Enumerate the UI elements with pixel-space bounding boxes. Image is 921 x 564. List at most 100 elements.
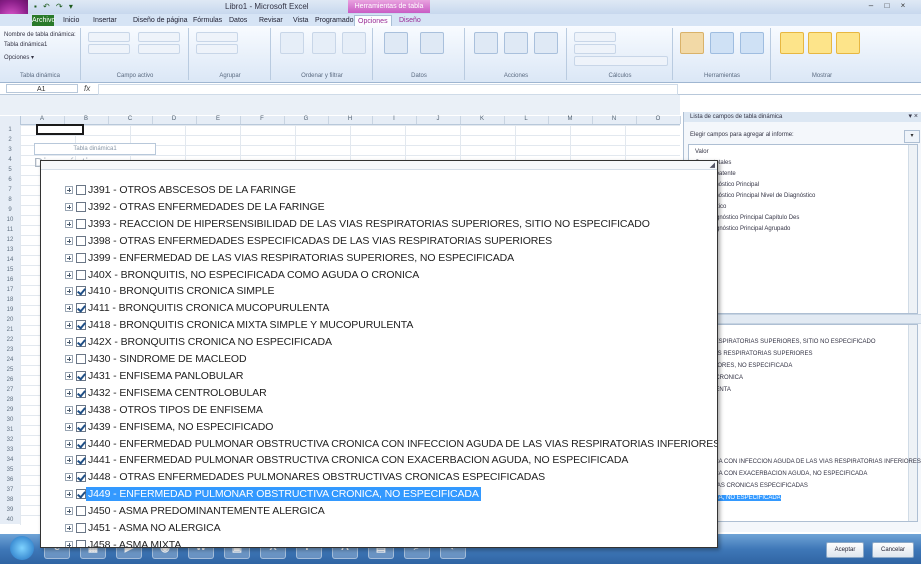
expand-icon[interactable] <box>65 422 73 431</box>
change-source-icon[interactable] <box>420 32 444 54</box>
column-header[interactable]: E <box>196 116 241 124</box>
item-checkbox[interactable] <box>76 523 86 533</box>
item-checkbox[interactable] <box>76 286 86 297</box>
active-cell[interactable] <box>36 124 84 135</box>
expand-icon[interactable] <box>65 456 73 465</box>
expand-icon[interactable] <box>65 253 73 262</box>
column-header[interactable]: C <box>108 116 153 124</box>
pane-lower-scrollbar[interactable] <box>908 325 917 521</box>
field-headers-toggle-icon[interactable] <box>836 32 860 54</box>
row-header[interactable]: 14 <box>0 255 20 265</box>
row-header[interactable]: 31 <box>0 425 20 435</box>
expand-icon[interactable] <box>65 507 73 516</box>
row-header[interactable]: 29 <box>0 405 20 415</box>
row-header[interactable]: 4 <box>0 155 20 165</box>
ungroup-button[interactable] <box>196 44 238 54</box>
item-checkbox[interactable] <box>76 506 86 517</box>
expand-icon[interactable] <box>65 338 73 347</box>
expand-icon[interactable] <box>65 439 73 448</box>
expand-icon[interactable] <box>65 371 73 380</box>
expand-icon[interactable] <box>65 236 73 245</box>
field-list-toggle-icon[interactable] <box>780 32 804 54</box>
row-header[interactable]: 21 <box>0 325 20 335</box>
row-header[interactable]: 40 <box>0 515 20 525</box>
row-header[interactable]: 18 <box>0 295 20 305</box>
item-checkbox[interactable] <box>76 185 86 195</box>
column-header[interactable]: J <box>416 116 461 124</box>
item-checkbox[interactable] <box>76 354 86 364</box>
column-header[interactable]: A <box>20 116 65 124</box>
refresh-icon[interactable] <box>384 32 408 54</box>
row-header[interactable]: 36 <box>0 475 20 485</box>
group-selection-button[interactable] <box>196 32 238 42</box>
row-header[interactable]: 24 <box>0 355 20 365</box>
expand-icon[interactable] <box>65 540 73 547</box>
show-values-button[interactable] <box>574 44 616 54</box>
item-checkbox[interactable] <box>76 320 86 331</box>
pivot-chart-icon[interactable] <box>680 32 704 54</box>
pane-field-item[interactable]: Diagnóstico Principal Nivel de Diagnósti… <box>703 193 815 199</box>
column-header[interactable]: G <box>284 116 329 124</box>
row-header[interactable]: 25 <box>0 365 20 375</box>
expand-icon[interactable] <box>65 219 73 228</box>
column-header[interactable]: M <box>548 116 593 124</box>
row-header[interactable]: 9 <box>0 205 20 215</box>
row-header[interactable]: 15 <box>0 265 20 275</box>
row-header[interactable]: 12 <box>0 235 20 245</box>
olap-tools-icon[interactable] <box>710 32 734 54</box>
row-header[interactable]: 11 <box>0 225 20 235</box>
row-header[interactable]: 22 <box>0 335 20 345</box>
item-checkbox[interactable] <box>76 269 86 280</box>
row-header[interactable]: 38 <box>0 495 20 505</box>
pivot-options-button[interactable]: Opciones ▾ <box>4 54 34 61</box>
row-header[interactable]: 32 <box>0 435 20 445</box>
tab-datos[interactable]: Datos <box>226 15 250 26</box>
item-checkbox[interactable] <box>76 539 86 547</box>
tab-programador[interactable]: Programador <box>312 15 359 26</box>
row-header[interactable]: 2 <box>0 135 20 145</box>
row-header[interactable]: 3 <box>0 145 20 155</box>
sort-icon[interactable] <box>280 32 304 54</box>
pane-layout-dropdown-icon[interactable]: ▾ <box>904 130 920 143</box>
what-if-icon[interactable] <box>740 32 764 54</box>
pane-scrollbar[interactable] <box>908 145 917 313</box>
expand-icon[interactable] <box>65 388 73 397</box>
row-header[interactable]: 26 <box>0 375 20 385</box>
tab-archivo[interactable]: Archivo <box>32 15 55 26</box>
expand-icon[interactable] <box>65 490 73 499</box>
minimize-icon[interactable]: – <box>866 2 876 10</box>
tab-diseno[interactable]: Diseño <box>396 15 424 26</box>
column-header[interactable]: B <box>64 116 109 124</box>
name-box[interactable]: A1 <box>6 84 78 93</box>
row-header[interactable]: 19 <box>0 305 20 315</box>
pivot-name-value[interactable]: Tabla dinámica1 <box>4 42 47 48</box>
row-header[interactable]: 6 <box>0 175 20 185</box>
cancel-button[interactable]: Cancelar <box>872 542 914 558</box>
item-checkbox[interactable] <box>76 421 86 432</box>
column-header[interactable]: L <box>504 116 549 124</box>
row-header[interactable]: 35 <box>0 465 20 475</box>
row-header[interactable]: 39 <box>0 505 20 515</box>
item-checkbox[interactable] <box>76 252 86 263</box>
row-header[interactable]: 16 <box>0 275 20 285</box>
item-checkbox[interactable] <box>76 489 86 500</box>
row-header[interactable]: 13 <box>0 245 20 255</box>
column-header[interactable]: O <box>636 116 681 124</box>
ok-button[interactable]: Aceptar <box>826 542 864 558</box>
item-checkbox[interactable] <box>76 218 86 229</box>
resize-handle-icon[interactable]: ◢ <box>710 161 715 169</box>
tab-inicio[interactable]: Inicio <box>60 15 82 26</box>
expand-icon[interactable] <box>65 270 73 279</box>
close-icon[interactable]: × <box>898 2 908 10</box>
expand-icon[interactable] <box>65 473 73 482</box>
column-header[interactable]: N <box>592 116 637 124</box>
pane-field-item[interactable]: Valor <box>695 149 709 155</box>
item-checkbox[interactable] <box>76 337 86 348</box>
row-header[interactable]: 34 <box>0 455 20 465</box>
item-checkbox[interactable] <box>76 387 86 398</box>
pane-field-item[interactable]: Diagnóstico Principal Agrupado <box>707 226 790 232</box>
fields-items-button[interactable] <box>574 56 668 66</box>
tab-diseno-pagina[interactable]: Diseño de página <box>130 15 191 26</box>
row-header[interactable]: 20 <box>0 315 20 325</box>
move-pivot-icon[interactable] <box>534 32 558 54</box>
